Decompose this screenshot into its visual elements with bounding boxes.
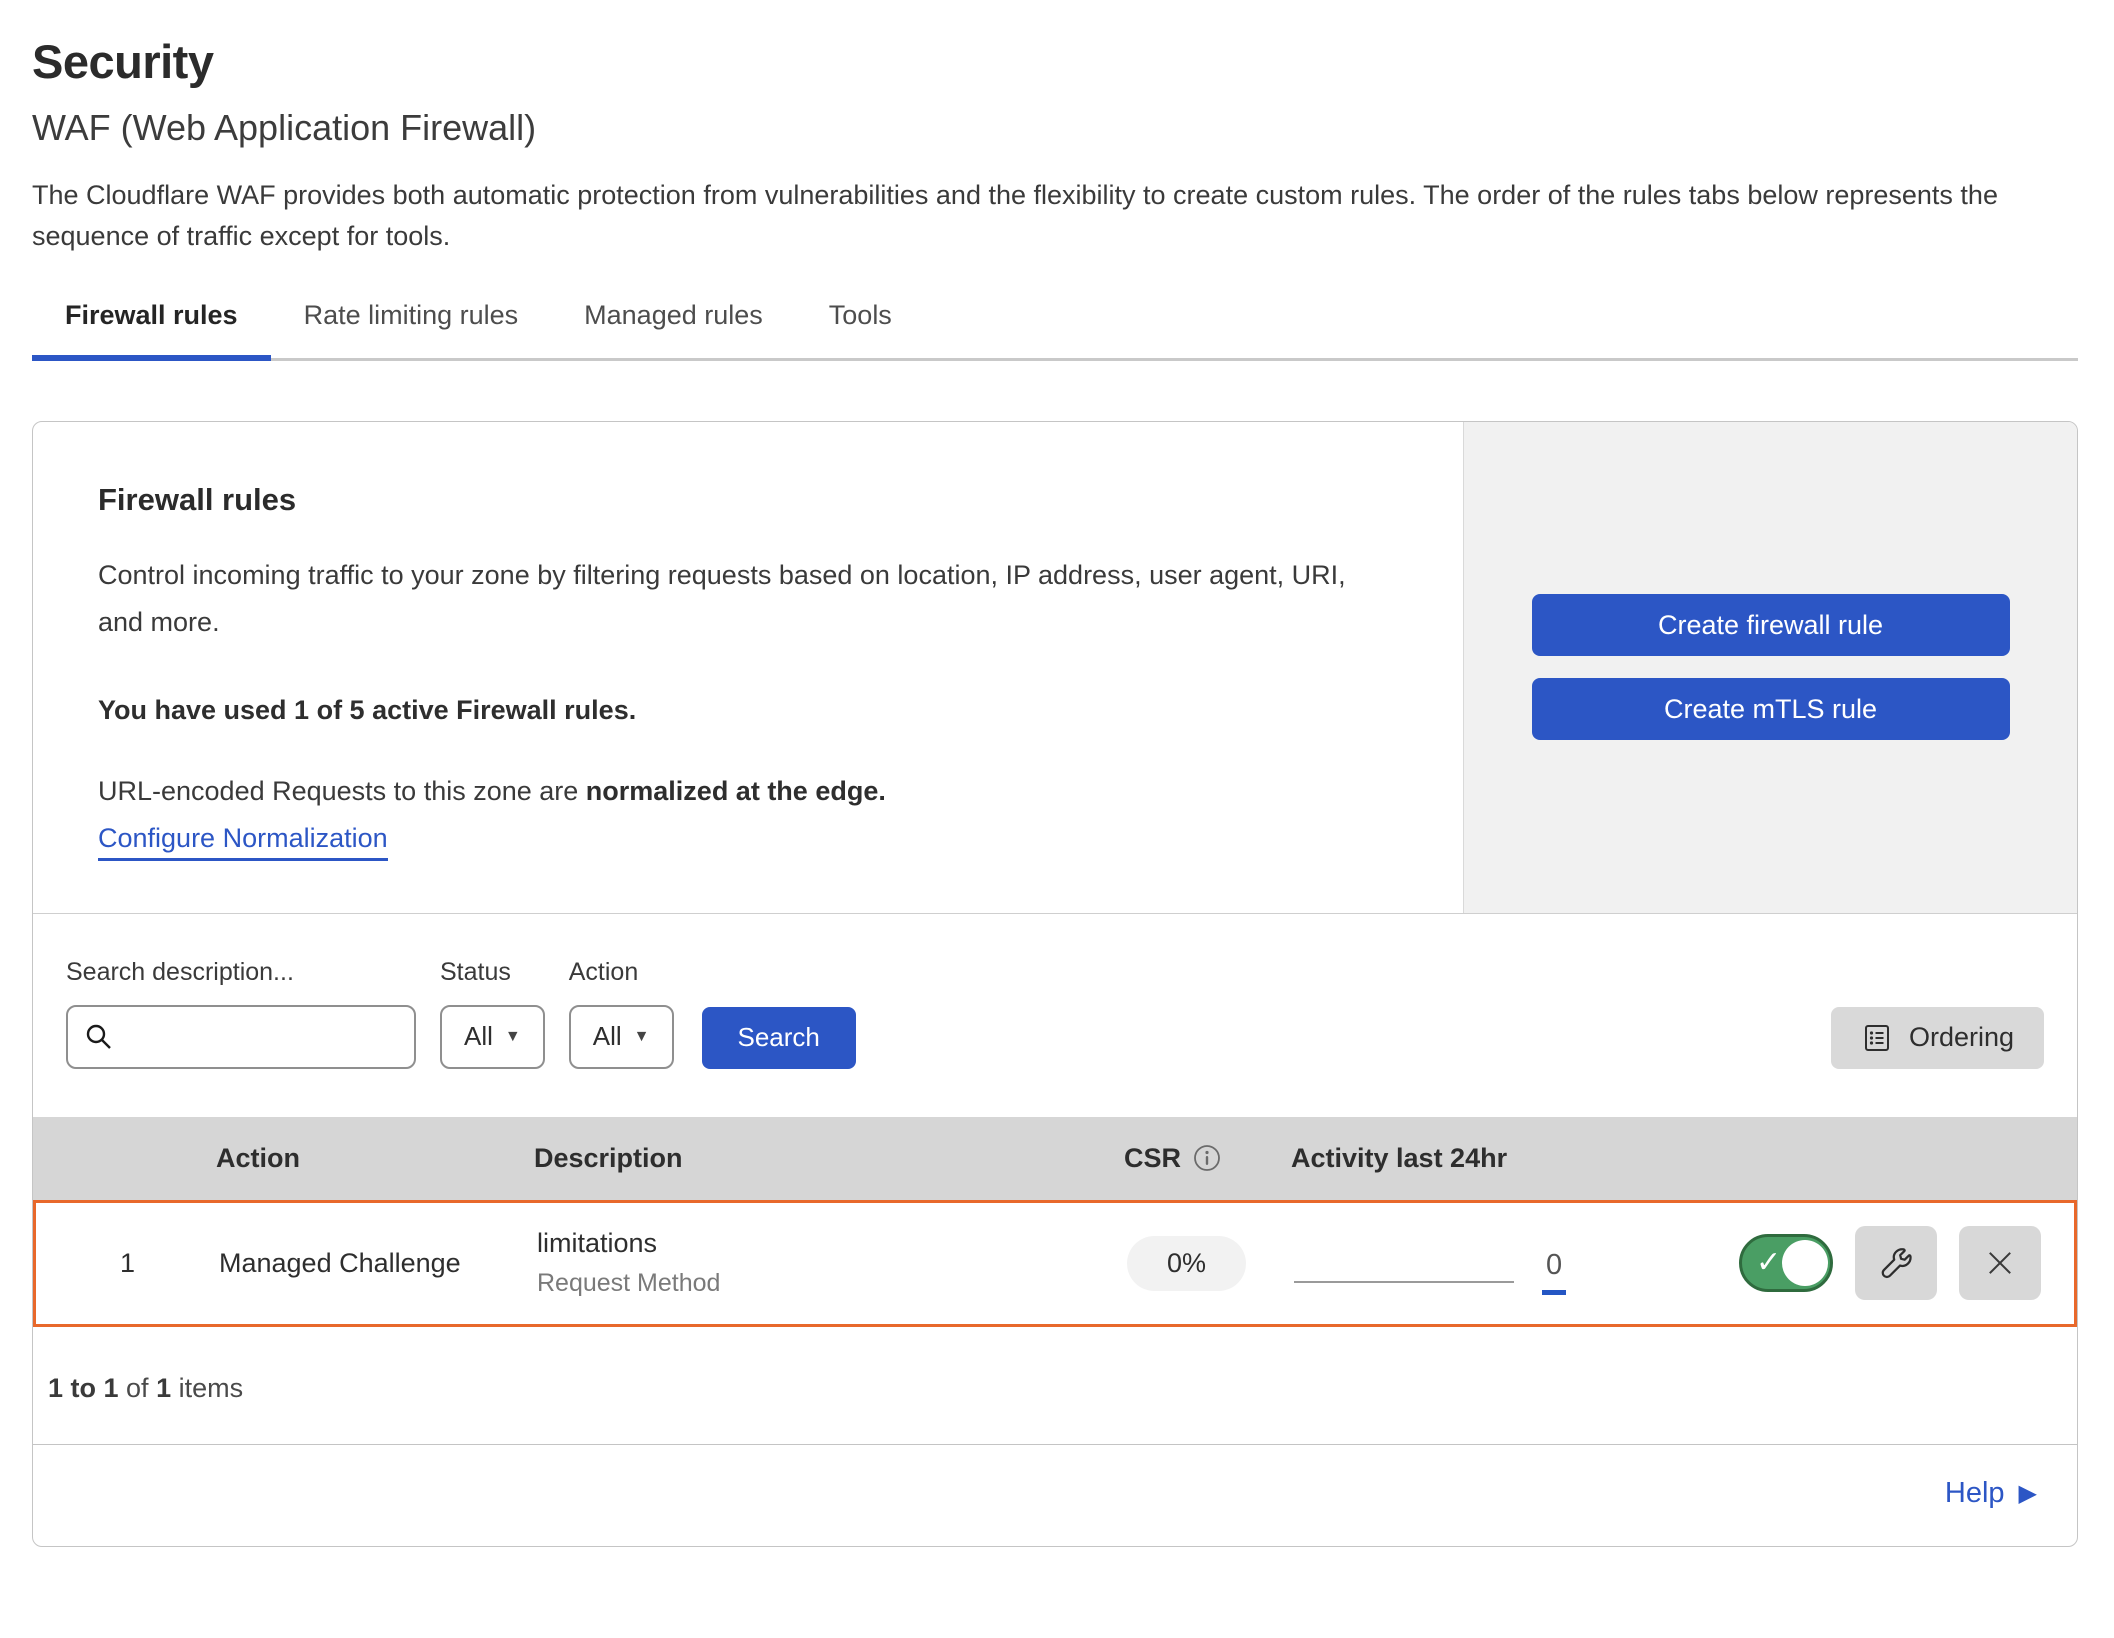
action-select[interactable]: All ▼ (569, 1005, 674, 1069)
search-box (66, 1005, 416, 1069)
rule-description: limitations Request Method (537, 1228, 1117, 1298)
check-icon: ✓ (1756, 1245, 1781, 1280)
page-title: Security (32, 34, 2082, 89)
ordering-button[interactable]: Ordering (1831, 1007, 2044, 1069)
column-header-action: Action (216, 1143, 534, 1174)
column-header-activity: Activity last 24hr (1291, 1143, 1711, 1174)
chevron-down-icon: ▼ (505, 1028, 521, 1046)
normalization-text: URL-encoded Requests to this zone are no… (98, 776, 1403, 807)
ordering-button-label: Ordering (1909, 1022, 2014, 1053)
tab-managed-rules[interactable]: Managed rules (551, 292, 796, 361)
create-firewall-rule-button[interactable]: Create firewall rule (1532, 594, 2010, 656)
status-label: Status (440, 958, 545, 987)
action-label: Action (569, 958, 674, 987)
delete-button[interactable] (1959, 1226, 2041, 1300)
help-link[interactable]: Help ▶ (1945, 1477, 2037, 1510)
csr-badge: 0% (1127, 1236, 1246, 1291)
tab-firewall-rules[interactable]: Firewall rules (32, 292, 271, 361)
rule-controls: ✓ (1714, 1226, 2074, 1300)
page-subtitle: WAF (Web Application Firewall) (32, 107, 2082, 149)
rule-action: Managed Challenge (219, 1248, 537, 1279)
close-icon (1983, 1246, 2017, 1280)
items-count: 1 to 1 of 1 items (33, 1327, 2077, 1444)
help-row: Help ▶ (33, 1444, 2077, 1546)
page-header: Security WAF (Web Application Firewall) … (0, 0, 2114, 256)
status-select[interactable]: All ▼ (440, 1005, 545, 1069)
column-header-description: Description (534, 1143, 1114, 1174)
configure-normalization-link[interactable]: Configure Normalization (98, 823, 388, 861)
configure-button[interactable] (1855, 1226, 1937, 1300)
search-button[interactable]: Search (702, 1007, 856, 1069)
enable-toggle[interactable]: ✓ (1739, 1234, 1833, 1292)
activity-count-link[interactable]: 0 (1542, 1249, 1566, 1295)
toggle-knob (1782, 1240, 1828, 1286)
firewall-rules-card: Firewall rules Control incoming traffic … (32, 421, 2078, 1547)
status-select-value: All (464, 1021, 493, 1052)
help-link-label: Help (1945, 1477, 2005, 1510)
tab-rate-limiting-rules[interactable]: Rate limiting rules (271, 292, 552, 361)
activity-sparkline (1294, 1281, 1514, 1283)
card-actions-panel: Create firewall rule Create mTLS rule (1463, 422, 2077, 913)
table-row: 1 Managed Challenge limitations Request … (33, 1200, 2077, 1327)
usage-text: You have used 1 of 5 active Firewall rul… (98, 695, 1403, 726)
ordering-list-icon (1861, 1022, 1893, 1054)
arrow-right-icon: ▶ (2019, 1479, 2037, 1508)
table-header: Action Description CSR Activity last 24h… (33, 1117, 2077, 1200)
tab-bar: Firewall rules Rate limiting rules Manag… (32, 292, 2078, 361)
search-icon (84, 1022, 114, 1052)
card-top-section: Firewall rules Control incoming traffic … (33, 422, 2077, 913)
panel-heading: Firewall rules (98, 482, 1403, 518)
search-label: Search description... (66, 958, 416, 987)
info-icon[interactable] (1193, 1144, 1221, 1172)
chevron-down-icon: ▼ (634, 1028, 650, 1046)
action-select-value: All (593, 1021, 622, 1052)
column-header-csr: CSR (1124, 1143, 1181, 1174)
rule-csr: 0% (1117, 1236, 1294, 1291)
filter-bar: Search description... Status All ▼ Actio… (33, 913, 2077, 1117)
rule-description-title: limitations (537, 1228, 1117, 1259)
tab-tools[interactable]: Tools (796, 292, 925, 361)
rule-description-sub: Request Method (537, 1269, 1117, 1298)
card-top-left: Firewall rules Control incoming traffic … (33, 422, 1463, 913)
panel-description: Control incoming traffic to your zone by… (98, 552, 1363, 647)
rule-activity: 0 (1294, 1231, 1714, 1295)
wrench-icon (1878, 1245, 1914, 1281)
search-input[interactable] (126, 1022, 448, 1051)
create-mtls-rule-button[interactable]: Create mTLS rule (1532, 678, 2010, 740)
page-description: The Cloudflare WAF provides both automat… (32, 175, 2082, 256)
rule-index: 1 (36, 1248, 219, 1279)
